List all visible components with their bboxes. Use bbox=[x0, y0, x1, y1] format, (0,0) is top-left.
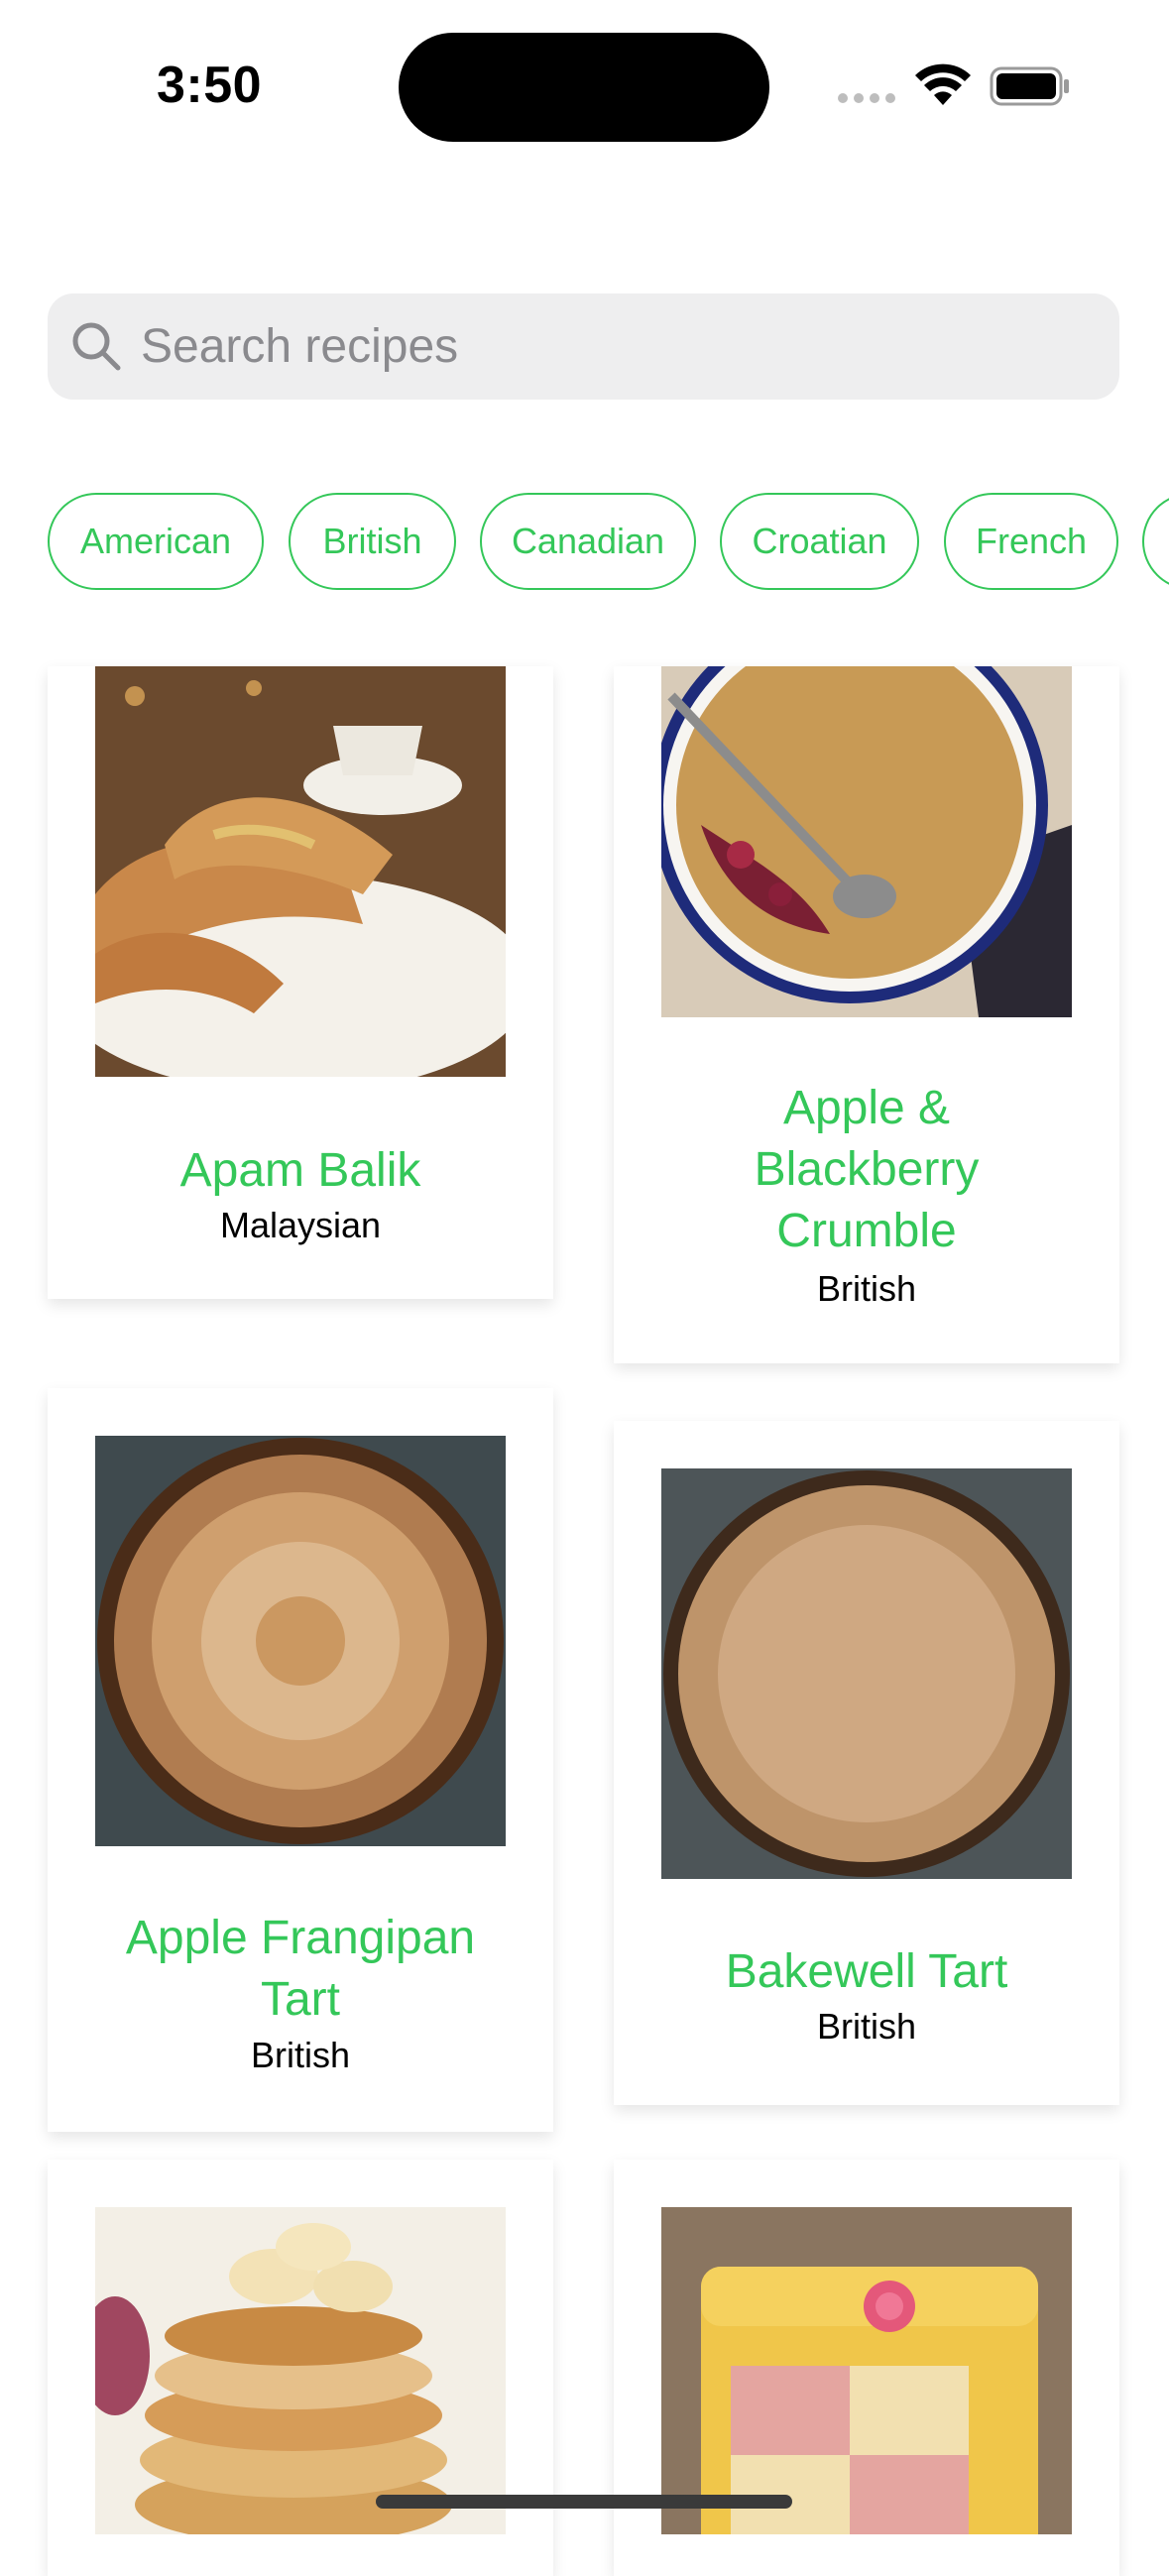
cellular-signal-icon bbox=[838, 93, 895, 103]
recipe-card[interactable]: Apple & Blackberry Crumble British bbox=[614, 666, 1119, 1363]
recipe-image bbox=[661, 666, 1072, 1017]
chip-canadian[interactable]: Canadian bbox=[480, 493, 696, 590]
recipe-image bbox=[661, 2207, 1072, 2534]
battery-icon bbox=[990, 66, 1069, 106]
dynamic-island bbox=[399, 33, 769, 142]
chip-american[interactable]: American bbox=[48, 493, 264, 590]
recipe-cuisine: Malaysian bbox=[219, 1205, 382, 1245]
recipe-card[interactable] bbox=[614, 2160, 1119, 2576]
recipe-image bbox=[661, 1468, 1072, 1879]
recipe-cuisine: British bbox=[816, 1268, 917, 1309]
recipe-card[interactable]: Apam Balik Malaysian bbox=[48, 666, 553, 1299]
recipe-image bbox=[95, 1436, 506, 1846]
recipe-card[interactable]: Apple Frangipan Tart British bbox=[48, 1388, 553, 2132]
recipe-image bbox=[95, 2207, 506, 2534]
recipe-title: Apam Balik bbox=[179, 1144, 421, 1197]
search-icon bbox=[72, 322, 121, 371]
chip-british[interactable]: British bbox=[289, 493, 456, 590]
recipe-title: Apple & Blackberry Crumble bbox=[754, 1082, 980, 1257]
recipe-cuisine: British bbox=[250, 2035, 351, 2075]
search-bar[interactable] bbox=[48, 293, 1119, 400]
chip-partial[interactable] bbox=[1142, 493, 1169, 590]
recipe-card[interactable]: Bakewell Tart British bbox=[614, 1421, 1119, 2105]
status-time: 3:50 bbox=[157, 57, 263, 114]
recipe-title: Bakewell Tart bbox=[725, 1945, 1008, 1998]
recipe-title: Apple Frangipan Tart bbox=[125, 1912, 476, 2026]
cuisine-filter-row: American British Canadian Croatian Frenc… bbox=[48, 493, 1169, 594]
search-input[interactable] bbox=[141, 293, 1093, 400]
chip-french[interactable]: French bbox=[944, 493, 1118, 590]
recipe-card[interactable] bbox=[48, 2160, 553, 2576]
home-indicator[interactable] bbox=[376, 2495, 792, 2509]
chip-croatian[interactable]: Croatian bbox=[720, 493, 919, 590]
wifi-icon bbox=[915, 63, 971, 105]
recipe-cuisine: British bbox=[816, 2006, 917, 2047]
recipe-image bbox=[95, 666, 506, 1077]
